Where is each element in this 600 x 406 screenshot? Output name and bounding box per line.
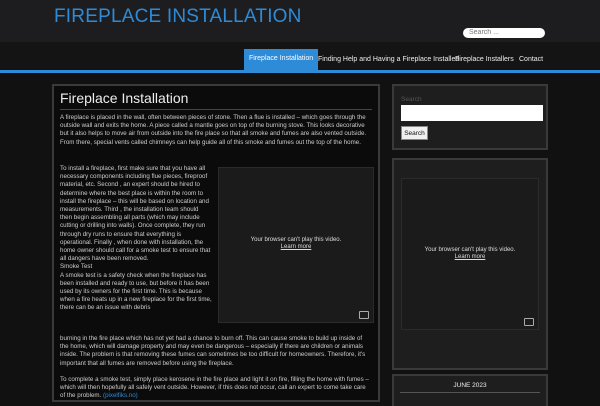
- archive-widget: JUNE 2023: [394, 376, 546, 406]
- complete-smoke-test-paragraph: To complete a smoke test, simply place k…: [60, 376, 372, 400]
- page-title: Fireplace Installation: [60, 90, 189, 106]
- nav-item-contact[interactable]: Contact: [514, 50, 548, 70]
- smoke-test-paragraph-narrow: A smoke test is a safety check when the …: [60, 271, 212, 312]
- main-nav: Fireplace Installation Finding Help and …: [0, 42, 600, 73]
- pixelfiks-link[interactable]: (pixelfiks.no): [103, 392, 138, 399]
- search-button[interactable]: Search: [401, 126, 428, 140]
- site-title[interactable]: FIREPLACE INSTALLATION: [54, 6, 302, 28]
- sidebar-video-player[interactable]: Your browser can't play this video. Lear…: [401, 178, 539, 330]
- sidebar-learn-more-link[interactable]: Learn more: [455, 254, 486, 260]
- install-paragraph: To install a fireplace, first make sure …: [60, 165, 211, 263]
- video-frame-icon[interactable]: [359, 311, 369, 319]
- sidebar-video-error-message: Your browser can't play this video. Lear…: [402, 247, 538, 261]
- sidebar: Search Search Your browser can't play th…: [394, 86, 546, 406]
- nav-item-fireplace-installation[interactable]: Fireplace Installation: [244, 49, 319, 70]
- intro-paragraph: A fireplace is placed in the wall, often…: [60, 114, 367, 146]
- sidebar-video-frame-icon[interactable]: [524, 318, 534, 326]
- nav-item-finding-help[interactable]: Finding Help and Having a Fireplace Inst…: [313, 50, 464, 70]
- smoke-test-paragraph-wide: burning in the fire place which has not …: [60, 335, 366, 367]
- archive-title: JUNE 2023: [453, 382, 487, 389]
- title-divider: [60, 109, 372, 110]
- article-content: Fireplace Installation A fireplace is pl…: [54, 86, 378, 400]
- article-video-player[interactable]: Your browser can't play this video. Lear…: [218, 167, 374, 323]
- video-widget: Your browser can't play this video. Lear…: [394, 160, 546, 368]
- install-column: To install a fireplace, first make sure …: [60, 165, 212, 313]
- video-error-text: Your browser can't play this video.: [250, 237, 342, 243]
- smoke-test-heading: Smoke Test: [60, 263, 93, 271]
- sidebar-video-error-text: Your browser can't play this video.: [424, 247, 516, 253]
- site-header: FIREPLACE INSTALLATION: [0, 0, 600, 42]
- sidebar-search-input[interactable]: [401, 105, 543, 121]
- learn-more-link[interactable]: Learn more: [281, 244, 312, 250]
- search-label: Search: [401, 96, 422, 103]
- search-widget: Search Search: [394, 86, 546, 148]
- video-error-message: Your browser can't play this video. Lear…: [219, 237, 373, 251]
- archive-divider: [400, 392, 540, 393]
- nav-item-fireplace-installers[interactable]: Fireplace Installers: [450, 50, 519, 70]
- header-search-input[interactable]: [463, 28, 545, 38]
